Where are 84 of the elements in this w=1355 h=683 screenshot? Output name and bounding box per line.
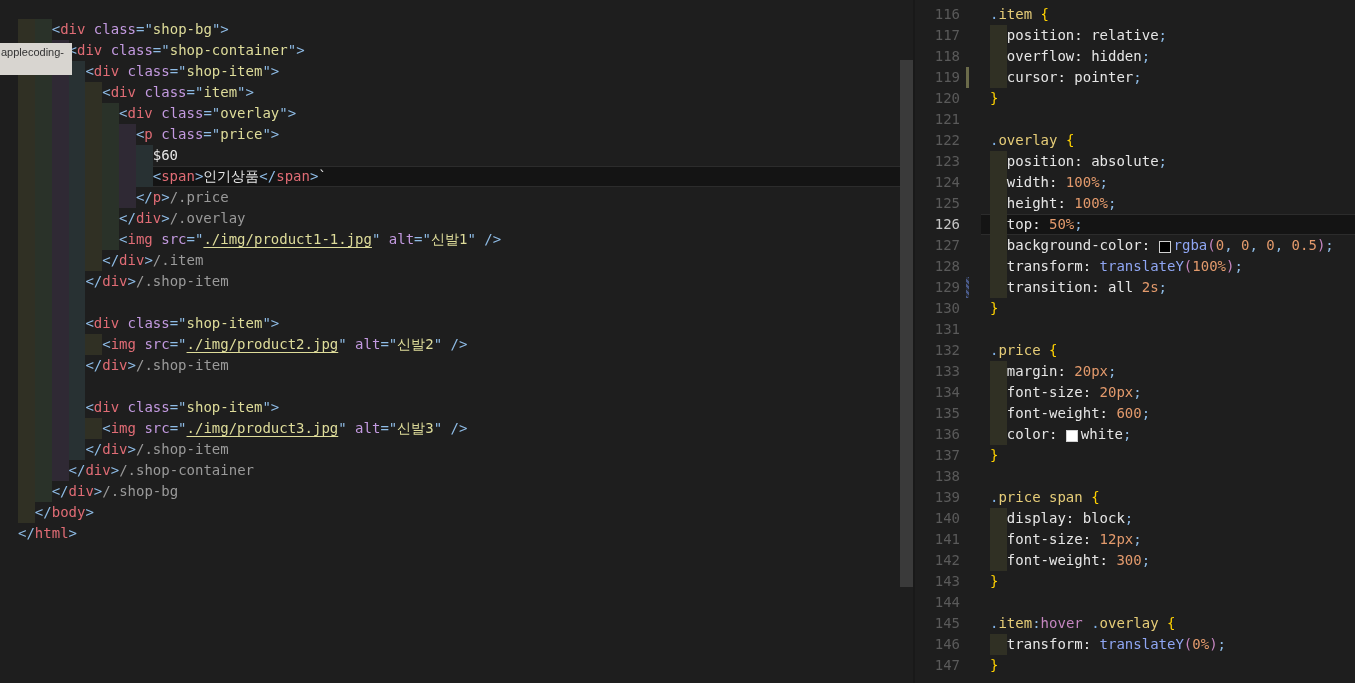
code-line: </div>/.shop-container bbox=[68, 461, 254, 480]
code-line: .price span { bbox=[990, 488, 1100, 507]
code-line: <div class="shop-item"> bbox=[85, 314, 280, 333]
code-line: .item { bbox=[990, 5, 1049, 24]
tooltip: applecoding- bbox=[0, 43, 72, 75]
code-line: </div>/.item bbox=[102, 251, 204, 270]
code-line: <div class="overlay"> bbox=[119, 104, 297, 123]
line-number: 116 bbox=[933, 5, 960, 24]
code-line: overflow: hidden; bbox=[1006, 47, 1151, 66]
line-number: 128 bbox=[933, 257, 960, 276]
code-line: width: 100%; bbox=[1006, 173, 1108, 192]
code-line: position: absolute; bbox=[1006, 152, 1167, 171]
code-line: </html> bbox=[18, 524, 77, 543]
code-line: } bbox=[990, 572, 999, 591]
line-number: 145 bbox=[933, 614, 960, 633]
code-line: background-color: rgba(0, 0, 0, 0.5); bbox=[1006, 236, 1334, 255]
line-number: 135 bbox=[933, 404, 960, 423]
code-line: .overlay { bbox=[990, 131, 1075, 150]
code-line: </div>/.shop-item bbox=[85, 356, 229, 375]
code-line: </div>/.shop-item bbox=[85, 440, 229, 459]
code-line: <img src="./img/product1-1.jpg" alt="신발1" /> bbox=[119, 230, 502, 249]
code-line: } bbox=[990, 656, 999, 675]
line-number: 125 bbox=[933, 194, 960, 213]
code-line: $60 bbox=[152, 146, 179, 165]
line-number: 143 bbox=[933, 572, 960, 591]
code-line: } bbox=[990, 299, 999, 318]
code-line: } bbox=[990, 89, 999, 108]
code-line: <div class="shop-item"> bbox=[85, 62, 280, 81]
line-number: 147 bbox=[933, 656, 960, 675]
line-number: 139 bbox=[933, 488, 960, 507]
code-line: </div>/.shop-item bbox=[85, 272, 229, 291]
code-line: cursor: pointer; bbox=[1006, 68, 1142, 87]
line-number: 117 bbox=[933, 26, 960, 45]
code-line: font-size: 12px; bbox=[1006, 530, 1142, 549]
code-line: height: 100%; bbox=[1006, 194, 1117, 213]
code-line: <img src="./img/product2.jpg" alt="신발2" /> bbox=[102, 335, 468, 354]
code-line: color: white; bbox=[1006, 425, 1132, 444]
code-line: .item:hover .overlay { bbox=[990, 614, 1176, 633]
code-line: </div>/.shop-bg bbox=[51, 482, 179, 501]
code-line: </body> bbox=[34, 503, 94, 522]
code-line: transition: all 2s; bbox=[1006, 278, 1168, 297]
code-line: position: relative; bbox=[1006, 26, 1167, 45]
line-number: 131 bbox=[933, 320, 960, 339]
line-number: 142 bbox=[933, 551, 960, 570]
line-number: 141 bbox=[933, 530, 960, 549]
line-number: 127 bbox=[933, 236, 960, 255]
code-line: font-weight: 600; bbox=[1006, 404, 1151, 423]
line-number: 121 bbox=[933, 110, 960, 129]
code-line: <span>인기상품</span>` bbox=[152, 167, 327, 186]
line-number: 144 bbox=[933, 593, 960, 612]
code-line: display: block; bbox=[1006, 509, 1134, 528]
code-line: <img src="./img/product3.jpg" alt="신발3" /> bbox=[102, 419, 468, 438]
line-number: 146 bbox=[933, 635, 960, 654]
code-line: <p class="price"> bbox=[135, 125, 280, 144]
code-line: transform: translateY(100%); bbox=[1006, 257, 1243, 276]
line-number: 118 bbox=[933, 47, 960, 66]
code-line: top: 50%; bbox=[1006, 215, 1083, 234]
line-number: 138 bbox=[933, 467, 960, 486]
line-number: 122 bbox=[933, 131, 960, 150]
line-number: 137 bbox=[933, 446, 960, 465]
code-line: </div>/.overlay bbox=[119, 209, 246, 228]
code-line: font-weight: 300; bbox=[1006, 551, 1151, 570]
code-line: <div class="shop-item"> bbox=[85, 398, 280, 417]
line-number: 140 bbox=[933, 509, 960, 528]
code-line: <div class="shop-bg"> bbox=[51, 20, 229, 39]
code-line: font-size: 20px; bbox=[1006, 383, 1142, 402]
code-line: <div class="item"> bbox=[102, 83, 254, 102]
line-number: 124 bbox=[933, 173, 960, 192]
line-number: 126 bbox=[933, 215, 960, 234]
code-line: } bbox=[990, 446, 999, 465]
code-line: </p>/.price bbox=[135, 188, 229, 207]
line-number: 132 bbox=[933, 341, 960, 360]
line-number: 134 bbox=[933, 383, 960, 402]
line-number: 130 bbox=[933, 299, 960, 318]
code-line: .price { bbox=[990, 341, 1058, 360]
line-number: 136 bbox=[933, 425, 960, 444]
code-line: transform: translateY(0%); bbox=[1006, 635, 1227, 654]
code-line: margin: 20px; bbox=[1006, 362, 1117, 381]
line-number: 120 bbox=[933, 89, 960, 108]
line-number: 129 bbox=[933, 278, 960, 297]
line-number: 119 bbox=[933, 68, 960, 87]
scrollbar-thumb[interactable] bbox=[900, 60, 913, 587]
line-number: 133 bbox=[933, 362, 960, 381]
line-number: 123 bbox=[933, 152, 960, 171]
